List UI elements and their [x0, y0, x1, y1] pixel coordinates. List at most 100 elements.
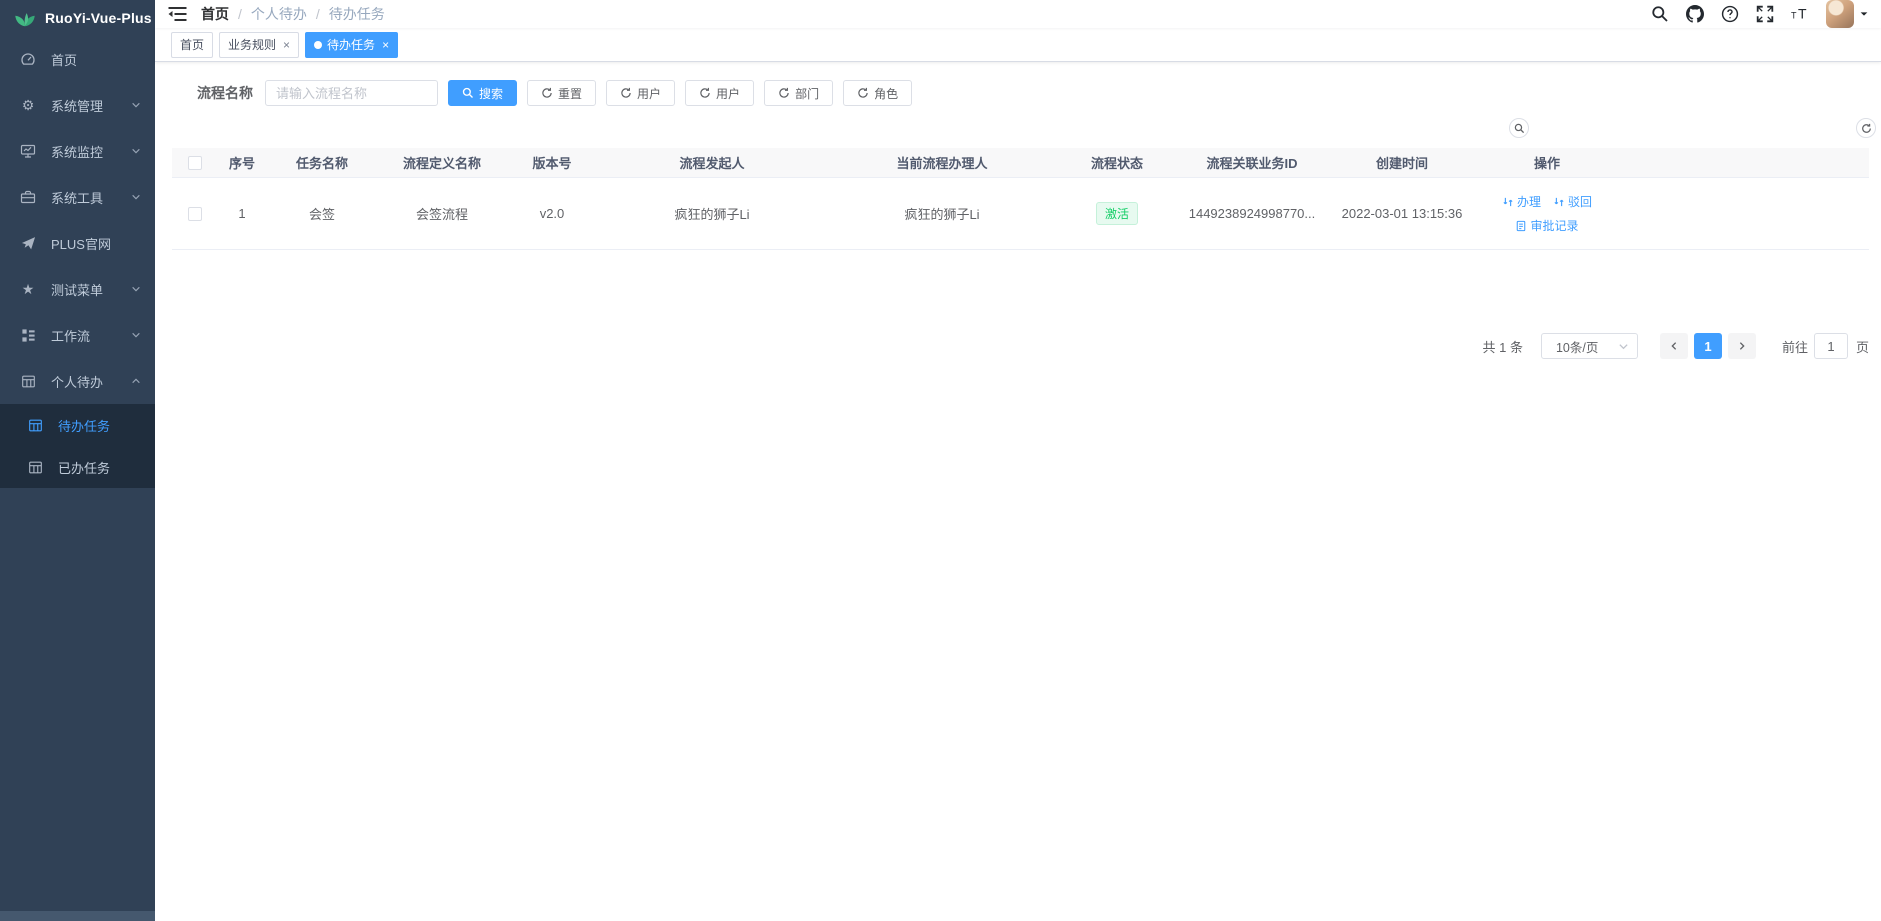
- sidebar-item-label: 工作流: [51, 326, 90, 345]
- chevron-down-icon: [131, 330, 141, 340]
- tab-business-rules[interactable]: 业务规则 ×: [219, 32, 299, 58]
- tab-label: 业务规则: [228, 36, 276, 53]
- grid-icon: [27, 459, 43, 475]
- toggle-search-button[interactable]: [1509, 118, 1529, 138]
- role-button-label: 角色: [874, 85, 898, 102]
- sidebar-item-todo-tasks[interactable]: 待办任务: [0, 404, 155, 446]
- sidebar-item-label: 首页: [51, 50, 77, 69]
- chevron-right-icon: [1737, 341, 1747, 351]
- search-icon[interactable]: [1651, 5, 1669, 23]
- chevron-down-icon: [131, 100, 141, 110]
- sidebar-item-system-manage[interactable]: ⚙ 系统管理: [0, 82, 155, 128]
- table-row: 1 会签 会签流程 v2.0 疯狂的狮子Li 疯狂的狮子Li 激活 144923…: [172, 178, 1869, 250]
- reject-link[interactable]: 驳回: [1553, 193, 1592, 210]
- sidebar-item-test-menu[interactable]: ★ 测试菜单: [0, 266, 155, 312]
- search-icon: [1514, 123, 1525, 134]
- page-size-value: 10条/页: [1556, 337, 1598, 356]
- help-icon[interactable]: [1721, 5, 1739, 23]
- chevron-down-icon: [131, 192, 141, 202]
- col-header-filler: [1617, 148, 1869, 178]
- cell-index: 1: [217, 178, 267, 250]
- sidebar-item-label: PLUS官网: [51, 234, 111, 253]
- handle-link[interactable]: 办理: [1502, 193, 1541, 210]
- reset-button[interactable]: 重置: [527, 80, 596, 106]
- fullscreen-icon[interactable]: [1756, 5, 1774, 23]
- sidebar-item-workflow[interactable]: 工作流: [0, 312, 155, 358]
- cell-version: v2.0: [507, 178, 597, 250]
- goto-page-input[interactable]: [1814, 333, 1848, 359]
- sidebar-fold-icon[interactable]: [168, 6, 187, 23]
- search-button[interactable]: 搜索: [448, 80, 517, 106]
- svg-text:T: T: [1798, 6, 1807, 22]
- reject-link-label: 驳回: [1568, 193, 1592, 210]
- col-header-task-name: 任务名称: [267, 148, 377, 178]
- refresh-icon: [1861, 123, 1872, 134]
- app-logo[interactable]: RuoYi-Vue-Plus: [0, 0, 155, 36]
- active-dot-icon: [314, 41, 322, 49]
- chevron-down-icon: [131, 284, 141, 294]
- refresh-table-button[interactable]: [1856, 118, 1876, 138]
- chevron-down-icon: [1618, 341, 1629, 352]
- font-size-icon[interactable]: T T: [1791, 5, 1809, 23]
- app-title: RuoYi-Vue-Plus: [45, 10, 152, 26]
- user-menu[interactable]: [1826, 0, 1869, 28]
- workflow-icon: [20, 327, 36, 343]
- page-number-button[interactable]: 1: [1694, 333, 1722, 359]
- col-header-index: 序号: [217, 148, 267, 178]
- audit-icon: [1553, 196, 1565, 208]
- cell-status: 激活: [1057, 178, 1177, 250]
- dashboard-icon: [20, 51, 36, 67]
- approval-record-label: 审批记录: [1530, 217, 1578, 234]
- tab-todo-tasks[interactable]: 待办任务 ×: [305, 32, 398, 58]
- refresh-icon: [778, 87, 790, 99]
- cell-filler: [1617, 178, 1869, 250]
- cell-task-name: 会签: [267, 178, 377, 250]
- sidebar-item-home[interactable]: 首页: [0, 36, 155, 82]
- sidebar-item-system-tools[interactable]: 系统工具: [0, 174, 155, 220]
- row-checkbox[interactable]: [188, 207, 202, 221]
- cell-initiator: 疯狂的狮子Li: [597, 178, 827, 250]
- col-header-version: 版本号: [507, 148, 597, 178]
- cell-handler: 疯狂的狮子Li: [827, 178, 1057, 250]
- process-name-input[interactable]: [265, 80, 438, 106]
- cell-business-id: 1449238924998770...: [1177, 178, 1327, 250]
- next-page-button[interactable]: [1728, 333, 1756, 359]
- refresh-icon: [857, 87, 869, 99]
- sidebar-item-done-tasks[interactable]: 已办任务: [0, 446, 155, 488]
- breadcrumb-home[interactable]: 首页: [201, 4, 229, 24]
- dept-button[interactable]: 部门: [764, 80, 833, 106]
- dept-button-label: 部门: [795, 85, 819, 102]
- sidebar-item-plus-site[interactable]: PLUS官网: [0, 220, 155, 266]
- close-icon[interactable]: ×: [382, 39, 389, 51]
- table-toolbar: [172, 106, 1869, 148]
- sidebar-item-system-monitor[interactable]: 系统监控: [0, 128, 155, 174]
- role-button[interactable]: 角色: [843, 80, 912, 106]
- sidebar-item-label: 已办任务: [58, 458, 110, 477]
- chevron-left-icon: [1669, 341, 1679, 351]
- github-icon[interactable]: [1686, 5, 1704, 23]
- close-icon[interactable]: ×: [283, 39, 290, 51]
- tags-view: 首页 业务规则 × 待办任务 ×: [155, 28, 1881, 62]
- col-header-handler: 当前流程办理人: [827, 148, 1057, 178]
- process-name-label: 流程名称: [197, 83, 253, 103]
- cell-created: 2022-03-01 13:15:36: [1327, 178, 1477, 250]
- col-header-status: 流程状态: [1057, 148, 1177, 178]
- sidebar-item-personal-todo[interactable]: 个人待办: [0, 358, 155, 404]
- goto-label: 前往: [1782, 337, 1808, 356]
- user-button-2[interactable]: 用户: [685, 80, 754, 106]
- app-root: RuoYi-Vue-Plus 首页 ⚙ 系统管理 系统监控: [0, 0, 1881, 921]
- page-size-select[interactable]: 10条/页: [1541, 333, 1638, 359]
- approval-record-link[interactable]: 审批记录: [1515, 217, 1578, 234]
- pagination: 共 1 条 10条/页 1 前往 页: [172, 333, 1869, 359]
- select-all-checkbox[interactable]: [188, 156, 202, 170]
- sidebar-scrollbar[interactable]: [0, 911, 155, 921]
- chevron-up-icon: [131, 376, 141, 386]
- prev-page-button[interactable]: [1660, 333, 1688, 359]
- tab-home[interactable]: 首页: [171, 32, 213, 58]
- tab-label: 待办任务: [327, 36, 375, 53]
- user-button-1[interactable]: 用户: [606, 80, 675, 106]
- sidebar-submenu: 待办任务 已办任务: [0, 404, 155, 488]
- breadcrumb-personal-todo[interactable]: 个人待办: [251, 4, 307, 24]
- reset-button-label: 重置: [558, 85, 582, 102]
- chevron-down-icon: [131, 146, 141, 156]
